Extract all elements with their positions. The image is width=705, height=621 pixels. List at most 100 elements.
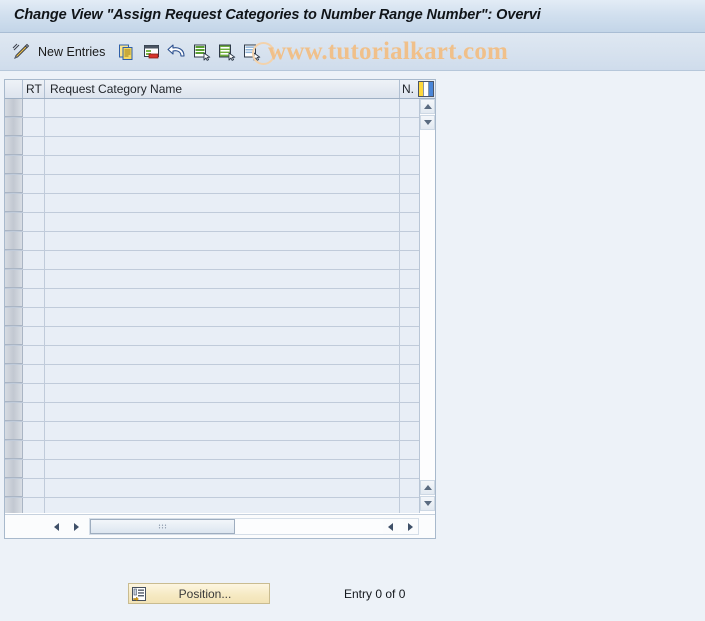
cell-rt[interactable]: [23, 251, 45, 269]
column-header-n[interactable]: N.: [400, 80, 418, 98]
row-select-button[interactable]: [5, 479, 23, 497]
undo-icon[interactable]: [166, 39, 188, 65]
cell-n[interactable]: [400, 384, 419, 402]
table-row[interactable]: [5, 270, 419, 289]
cell-rt[interactable]: [23, 194, 45, 212]
row-select-button[interactable]: [5, 118, 23, 136]
cell-request-category-name[interactable]: [45, 99, 400, 117]
row-select-button[interactable]: [5, 194, 23, 212]
cell-request-category-name[interactable]: [45, 479, 400, 497]
table-row[interactable]: [5, 251, 419, 270]
horizontal-scroll-thumb[interactable]: [90, 519, 235, 534]
select-block-icon[interactable]: [216, 39, 238, 65]
table-row[interactable]: [5, 479, 419, 498]
cell-request-category-name[interactable]: [45, 156, 400, 174]
cell-n[interactable]: [400, 479, 419, 497]
cell-request-category-name[interactable]: [45, 460, 400, 478]
row-select-button[interactable]: [5, 270, 23, 288]
copy-as-icon[interactable]: [116, 39, 138, 65]
cell-n[interactable]: [400, 327, 419, 345]
cell-rt[interactable]: [23, 308, 45, 326]
column-header-select[interactable]: [5, 80, 23, 98]
row-select-button[interactable]: [5, 156, 23, 174]
cell-request-category-name[interactable]: [45, 327, 400, 345]
cell-n[interactable]: [400, 156, 419, 174]
cell-n[interactable]: [400, 270, 419, 288]
row-select-button[interactable]: [5, 99, 23, 117]
cell-n[interactable]: [400, 498, 419, 513]
cell-rt[interactable]: [23, 213, 45, 231]
scroll-right-icon[interactable]: [69, 519, 84, 534]
scroll-page-up-icon[interactable]: [420, 480, 435, 495]
scroll-far-left-icon[interactable]: [383, 519, 398, 534]
table-row[interactable]: [5, 384, 419, 403]
scroll-down-icon[interactable]: [420, 115, 435, 130]
row-select-button[interactable]: [5, 346, 23, 364]
cell-rt[interactable]: [23, 289, 45, 307]
cell-n[interactable]: [400, 346, 419, 364]
cell-n[interactable]: [400, 422, 419, 440]
scroll-up-icon[interactable]: [420, 99, 435, 114]
scroll-page-down-icon[interactable]: [420, 496, 435, 511]
select-all-icon[interactable]: [191, 39, 213, 65]
row-select-button[interactable]: [5, 384, 23, 402]
cell-n[interactable]: [400, 213, 419, 231]
row-select-button[interactable]: [5, 137, 23, 155]
cell-request-category-name[interactable]: [45, 175, 400, 193]
cell-n[interactable]: [400, 403, 419, 421]
table-row[interactable]: [5, 327, 419, 346]
horizontal-scroll-track[interactable]: [89, 518, 419, 535]
cell-request-category-name[interactable]: [45, 194, 400, 212]
row-select-button[interactable]: [5, 498, 23, 513]
cell-n[interactable]: [400, 365, 419, 383]
cell-n[interactable]: [400, 460, 419, 478]
row-select-button[interactable]: [5, 365, 23, 383]
row-select-button[interactable]: [5, 251, 23, 269]
cell-n[interactable]: [400, 194, 419, 212]
row-select-button[interactable]: [5, 441, 23, 459]
row-select-button[interactable]: [5, 175, 23, 193]
cell-rt[interactable]: [23, 270, 45, 288]
row-select-button[interactable]: [5, 403, 23, 421]
cell-request-category-name[interactable]: [45, 441, 400, 459]
row-select-button[interactable]: [5, 232, 23, 250]
table-row[interactable]: [5, 346, 419, 365]
cell-rt[interactable]: [23, 441, 45, 459]
row-select-button[interactable]: [5, 460, 23, 478]
cell-n[interactable]: [400, 289, 419, 307]
table-row[interactable]: [5, 118, 419, 137]
row-select-button[interactable]: [5, 213, 23, 231]
table-row[interactable]: [5, 308, 419, 327]
table-row[interactable]: [5, 403, 419, 422]
column-settings-icon[interactable]: [418, 81, 434, 97]
cell-request-category-name[interactable]: [45, 232, 400, 250]
table-row[interactable]: [5, 422, 419, 441]
pencil-edit-icon[interactable]: [8, 39, 34, 65]
table-row[interactable]: [5, 460, 419, 479]
vertical-scrollbar[interactable]: [419, 99, 435, 513]
scroll-far-right-icon[interactable]: [403, 519, 418, 534]
cell-n[interactable]: [400, 175, 419, 193]
cell-rt[interactable]: [23, 232, 45, 250]
cell-request-category-name[interactable]: [45, 251, 400, 269]
cell-n[interactable]: [400, 251, 419, 269]
column-header-request-category-name[interactable]: Request Category Name: [45, 80, 400, 98]
cell-rt[interactable]: [23, 460, 45, 478]
horizontal-scrollbar[interactable]: [5, 514, 435, 538]
cell-rt[interactable]: [23, 99, 45, 117]
table-row[interactable]: [5, 441, 419, 460]
cell-request-category-name[interactable]: [45, 422, 400, 440]
row-select-button[interactable]: [5, 289, 23, 307]
column-header-rt[interactable]: RT: [23, 80, 45, 98]
cell-request-category-name[interactable]: [45, 346, 400, 364]
cell-request-category-name[interactable]: [45, 384, 400, 402]
table-row[interactable]: [5, 289, 419, 308]
deselect-all-icon[interactable]: [241, 39, 263, 65]
table-row[interactable]: [5, 99, 419, 118]
cell-rt[interactable]: [23, 346, 45, 364]
cell-request-category-name[interactable]: [45, 137, 400, 155]
table-row[interactable]: [5, 175, 419, 194]
table-row[interactable]: [5, 213, 419, 232]
cell-rt[interactable]: [23, 175, 45, 193]
table-row[interactable]: [5, 194, 419, 213]
